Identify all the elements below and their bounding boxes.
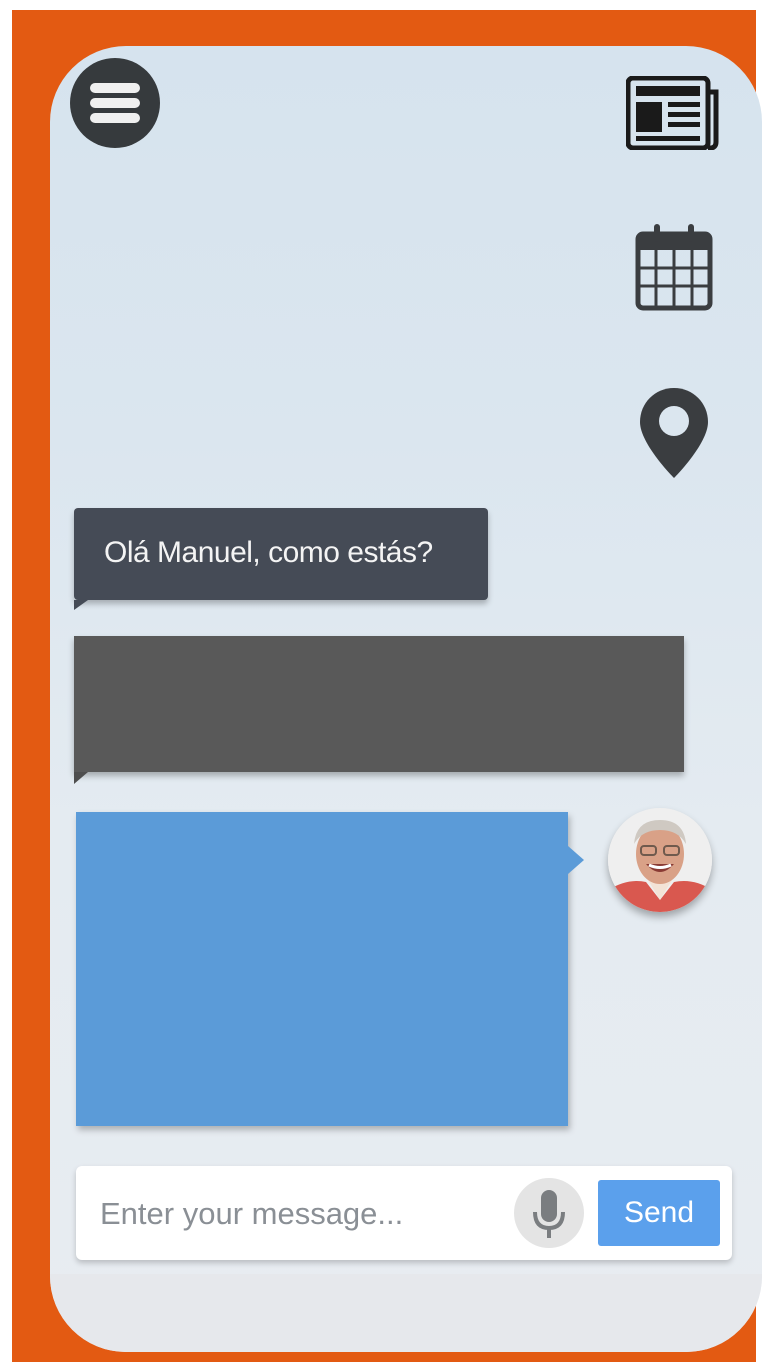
incoming-message-text: Olá Manuel, como estás? (104, 536, 433, 569)
microphone-icon (533, 1190, 565, 1238)
send-button[interactable]: Send (598, 1180, 720, 1246)
hamburger-menu-icon-line (90, 98, 140, 108)
avatar-image (608, 808, 712, 912)
bubble-tail (74, 772, 88, 784)
microphone-button[interactable] (514, 1178, 584, 1248)
hamburger-menu-icon-line (90, 83, 140, 93)
menu-button[interactable] (70, 58, 160, 148)
bubble-tail (74, 600, 88, 610)
device-frame: Olá Manuel, como estás? Enter your messa… (12, 10, 762, 1362)
location-pin-icon[interactable] (638, 386, 710, 480)
incoming-message-bubble: Olá Manuel, como estás? (74, 508, 488, 610)
bottom-band (50, 1274, 762, 1352)
user-avatar[interactable] (608, 808, 712, 912)
message-composer: Send (76, 1166, 732, 1260)
calendar-icon[interactable] (634, 222, 714, 312)
outgoing-message-bubble (76, 812, 584, 1126)
hamburger-menu-icon-line (90, 113, 140, 123)
app-screen: Olá Manuel, como estás? Enter your messa… (50, 46, 762, 1352)
newspaper-icon[interactable] (626, 76, 720, 150)
bubble-tail (568, 846, 584, 874)
redacted-message-bubble (74, 636, 684, 784)
message-input[interactable] (98, 1184, 512, 1244)
